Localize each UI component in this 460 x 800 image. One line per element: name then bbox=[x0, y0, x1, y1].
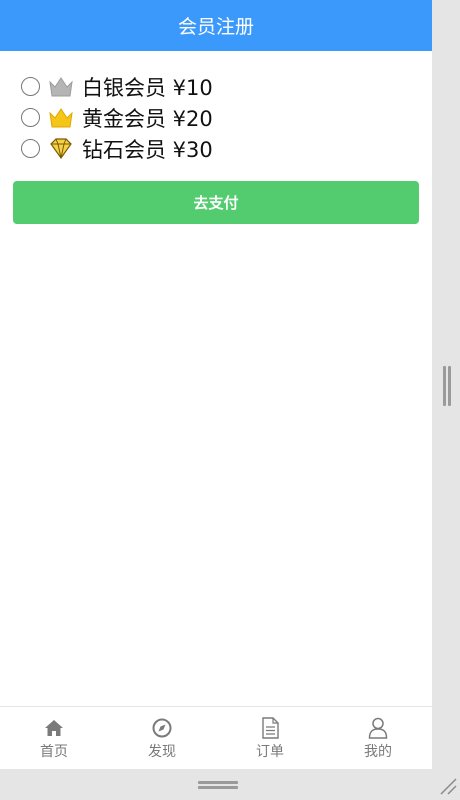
gold-crown-icon bbox=[48, 107, 74, 129]
tab-orders[interactable]: 订单 bbox=[216, 707, 324, 769]
corner-resize-handle[interactable] bbox=[438, 776, 458, 796]
bottom-tab-bar: 首页 发现 订单 我的 bbox=[0, 706, 432, 769]
diamond-plan-label: 钻石会员 ¥30 bbox=[82, 137, 213, 162]
membership-options: 白银会员 ¥10 黄金会员 ¥20 钻石会员 ¥30 bbox=[0, 51, 432, 164]
tab-discover-label: 发现 bbox=[148, 744, 176, 760]
horizontal-resize-handle[interactable] bbox=[198, 781, 238, 789]
compass-icon bbox=[151, 717, 173, 739]
tab-discover[interactable]: 发现 bbox=[108, 707, 216, 769]
tab-orders-label: 订单 bbox=[256, 744, 284, 760]
plan-option-silver[interactable]: 白银会员 ¥10 bbox=[21, 71, 432, 102]
gold-radio[interactable] bbox=[21, 108, 40, 127]
diamond-icon bbox=[48, 137, 74, 160]
app-screen: 会员注册 白银会员 ¥10 黄金会员 ¥20 钻石会员 ¥30 去支付 首页 发… bbox=[0, 0, 432, 769]
plan-option-gold[interactable]: 黄金会员 ¥20 bbox=[21, 102, 432, 133]
tab-profile[interactable]: 我的 bbox=[324, 707, 432, 769]
user-icon bbox=[367, 717, 389, 739]
page-title: 会员注册 bbox=[177, 16, 254, 38]
home-icon bbox=[43, 717, 65, 739]
silver-radio[interactable] bbox=[21, 77, 40, 96]
pay-button[interactable]: 去支付 bbox=[13, 181, 419, 224]
tab-home-label: 首页 bbox=[40, 744, 68, 760]
silver-plan-label: 白银会员 ¥10 bbox=[82, 75, 213, 100]
document-icon bbox=[259, 717, 281, 739]
silver-crown-icon bbox=[48, 76, 74, 98]
vertical-resize-handle[interactable] bbox=[443, 366, 451, 406]
diamond-radio[interactable] bbox=[21, 139, 40, 158]
page-header: 会员注册 bbox=[0, 0, 432, 51]
gold-plan-label: 黄金会员 ¥20 bbox=[82, 106, 213, 131]
plan-option-diamond[interactable]: 钻石会员 ¥30 bbox=[21, 133, 432, 164]
tab-home[interactable]: 首页 bbox=[0, 707, 108, 769]
tab-profile-label: 我的 bbox=[364, 744, 392, 760]
